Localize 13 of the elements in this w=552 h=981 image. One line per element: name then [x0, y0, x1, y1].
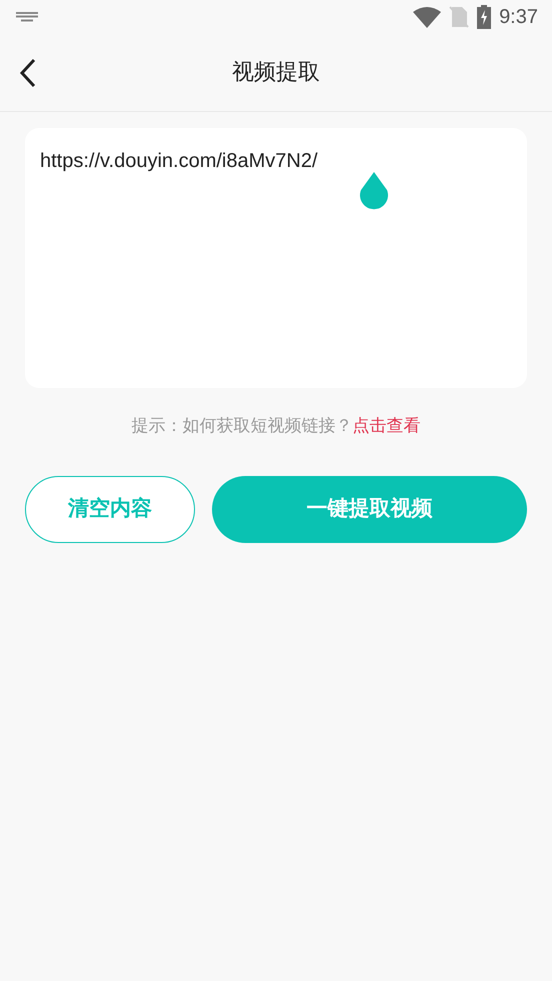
back-button[interactable] [18, 58, 38, 88]
battery-charging-icon [477, 5, 492, 29]
hint-text: 提示：如何获取短视频链接？ [132, 416, 352, 436]
link-input-field[interactable]: https://v.douyin.com/i8aMv7N2/ [25, 128, 527, 388]
extract-button[interactable]: 一键提取视频 [212, 476, 527, 542]
text-cursor-handle-icon[interactable] [358, 172, 390, 210]
view-link[interactable]: 点击查看 [352, 416, 420, 436]
wifi-icon [413, 6, 442, 28]
status-time: 9:37 [499, 5, 538, 30]
page-title: 视频提取 [232, 59, 320, 87]
keyboard-icon [16, 12, 38, 22]
no-sim-icon [449, 6, 470, 28]
clear-button[interactable]: 清空内容 [25, 476, 195, 542]
